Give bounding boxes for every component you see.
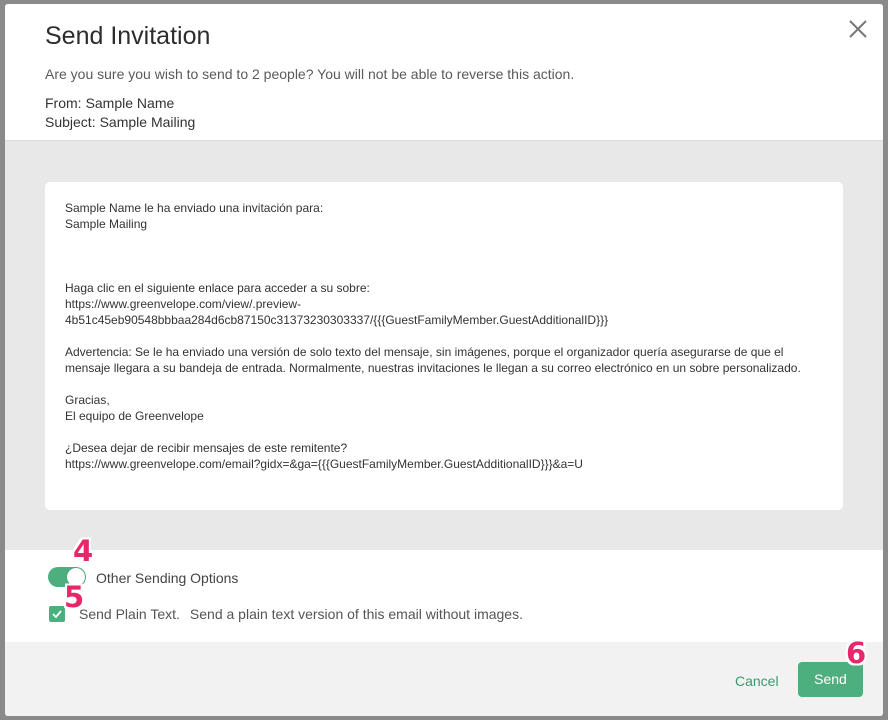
confirmation-text: Are you sure you wish to send to 2 peopl…	[45, 66, 575, 82]
dialog-title: Send Invitation	[45, 22, 211, 50]
preview-unsubscribe-link: https://www.greenvelope.com/email?gidx=&…	[65, 457, 583, 471]
from-label: From:	[45, 95, 82, 111]
checkbox-description: Send a plain text version of this email …	[189, 606, 523, 622]
close-icon	[849, 20, 867, 38]
email-preview-card[interactable]: Sample Name le ha enviado una invitación…	[45, 182, 843, 510]
preview-warning: Advertencia: Se le ha enviado una versió…	[65, 345, 801, 375]
preview-thanks: Gracias,	[65, 393, 110, 407]
send-plain-text-checkbox[interactable]	[49, 606, 65, 622]
preview-team: El equipo de Greenvelope	[65, 409, 204, 423]
close-button[interactable]	[845, 16, 871, 42]
step-marker-4: 4	[73, 534, 94, 568]
subject-label: Subject:	[45, 114, 96, 130]
send-invitation-dialog: Send Invitation Are you sure you wish to…	[5, 4, 883, 716]
dialog-footer: Cancel Send	[5, 642, 883, 716]
cancel-button[interactable]: Cancel	[735, 673, 779, 689]
step-marker-6: 6	[846, 636, 867, 670]
email-preview-area: Sample Name le ha enviado una invitación…	[5, 141, 883, 550]
subject-line: Subject: Sample Mailing	[45, 114, 195, 130]
dialog-header: Send Invitation Are you sure you wish to…	[5, 4, 883, 141]
preview-link-2: 4b51c45eb90548bbbaa284d6cb87150c31373230…	[65, 313, 609, 327]
checkmark-icon	[52, 610, 62, 619]
preview-line-1: Sample Name le ha enviado una invitación…	[65, 201, 324, 215]
subject-value: Sample Mailing	[99, 114, 196, 130]
preview-line-2: Sample Mailing	[65, 217, 148, 231]
sending-options: Other Sending Options Send Plain Text. Se…	[5, 550, 883, 642]
from-value: Sample Name	[85, 95, 175, 111]
checkbox-label-line: Send Plain Text. Send a plain text versio…	[79, 606, 523, 622]
preview-unsubscribe-question: ¿Desea dejar de recibir mensajes de este…	[65, 441, 348, 455]
step-marker-5: 5	[64, 580, 85, 614]
preview-click-text: Haga clic en el siguiente enlace para ac…	[65, 281, 370, 295]
toggle-label: Other Sending Options	[96, 570, 239, 586]
from-line: From: Sample Name	[45, 95, 174, 111]
checkbox-label: Send Plain Text.	[79, 606, 180, 622]
preview-link-1: https://www.greenvelope.com/view/.previe…	[65, 297, 302, 311]
